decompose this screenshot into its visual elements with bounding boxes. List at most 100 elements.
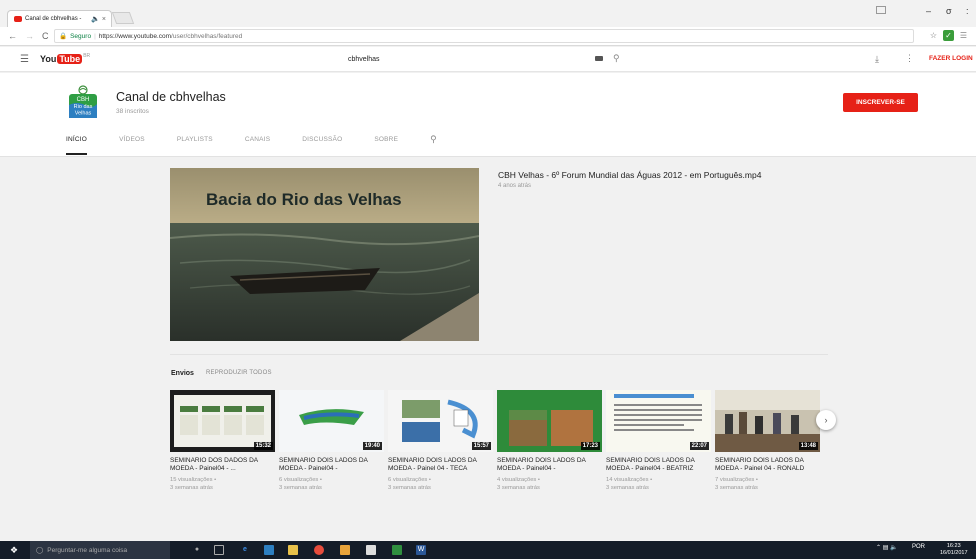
bookmark-star-icon[interactable]: ☆ [928,30,939,41]
browser-tab[interactable]: Canal de cbhvelhas - 🔈 × [7,10,112,27]
url-separator: | [94,32,96,40]
video-age: 3 semanas atrás [170,484,213,491]
file-explorer-icon[interactable] [288,545,298,555]
avatar-line-3: Velhas [75,111,92,117]
address-row: ← → C 🔒 Seguro | https://www.youtube.com… [0,27,976,45]
taskbar-clock[interactable]: 16:23 16/01/2017 [940,543,968,556]
app-green-icon[interactable] [392,545,402,555]
channel-avatar[interactable]: CBH Rio das Velhas [65,83,101,119]
featured-thumb-caption: Bacia do Rio das Velhas [206,190,402,209]
search-icon[interactable]: ⚲ [613,53,620,64]
address-bar[interactable]: 🔒 Seguro | https://www.youtube.com/user/… [54,29,914,43]
youtube-header: ☰ You Tube BR cbhvelhas ⚲ ⤓ ⋮ FAZER LOGI… [0,47,976,72]
video-thumbnail[interactable]: 15:32 [170,390,275,452]
video-thumbnail[interactable]: 19:40 [279,390,384,452]
video-title[interactable]: SEMINARIO DOS DADOS DA MOEDA - Painel04 … [170,457,275,474]
new-tab-button[interactable] [111,12,135,24]
video-duration: 13:48 [798,442,818,450]
edge-icon[interactable]: e [240,545,250,555]
keyboard-icon[interactable] [595,56,603,61]
featured-video-thumbnail[interactable]: Bacia do Rio das Velhas [170,168,479,341]
tab-sobre[interactable]: SOBRE [374,136,398,155]
video-card[interactable]: 15:32 SEMINARIO DOS DADOS DA MOEDA - Pai… [170,390,275,492]
video-duration: 19:40 [362,442,382,450]
cortana-icon: ◯ [36,547,44,554]
video-age: 3 semanas atrás [279,484,322,491]
mic-icon[interactable]: ● [192,545,202,555]
youtube-logo[interactable]: You Tube BR [40,53,91,64]
forward-icon[interactable]: → [25,31,34,41]
video-views: 6 visualizações • [388,477,431,483]
channel-search-icon[interactable]: ⚲ [430,134,437,153]
video-age: 3 semanas atrás [715,484,758,491]
login-button[interactable]: FAZER LOGIN [929,55,973,62]
video-title[interactable]: SEMINARIO DOIS LADOS DA MOEDA - Painel 0… [388,457,493,474]
taskbar-search[interactable]: ◯ Perguntar-me alguma coisa [30,541,170,559]
video-thumbnail[interactable]: 22:07 [606,390,711,452]
secure-label: Seguro [70,32,92,40]
avatar-line-1: CBH [77,97,90,103]
video-title[interactable]: SEMINARIO DOIS LADOS DA MOEDA - Painel04… [497,457,602,474]
video-card[interactable]: 19:40 SEMINARIO DOIS LADOS DA MOEDA - Pa… [279,390,384,492]
more-options-icon[interactable]: ⋮ [905,53,914,64]
featured-video-title[interactable]: CBH Velhas - 6º Forum Mundial das Águas … [498,170,761,180]
back-icon[interactable]: ← [8,31,17,41]
video-shelf: 15:32 SEMINARIO DOS DADOS DA MOEDA - Pai… [170,390,830,500]
video-views: 14 visualizações • [606,477,653,483]
tab-close-icon[interactable]: 🔈 × [91,15,106,23]
language-indicator[interactable]: POR [912,544,925,550]
subscriber-count: 38 inscritos [116,108,149,115]
reload-icon[interactable]: C [42,31,49,41]
video-card[interactable]: 15:57 SEMINARIO DOIS LADOS DA MOEDA - Pa… [388,390,493,492]
logo-region: BR [83,53,91,59]
tab-inicio[interactable]: INÍCIO [66,136,88,155]
tab-playlists[interactable]: PLAYLISTS [177,136,213,155]
extension-icon[interactable]: ✓ [943,30,954,41]
video-views: 4 visualizações • [497,477,540,483]
video-card[interactable]: 13:48 SEMINARIO DOIS LADOS DA MOEDA - Pa… [715,390,820,492]
subscribe-button[interactable]: INSCREVER-SE [843,93,918,112]
video-thumbnail[interactable]: 13:48 [715,390,820,452]
channel-content: Bacia do Rio das Velhas CBH Velhas - 6º … [0,158,976,541]
taskbar-search-placeholder: Perguntar-me alguma coisa [47,546,128,554]
shelf-next-button[interactable]: › [816,410,836,430]
windows-taskbar: ❖ ◯ Perguntar-me alguma coisa ● e W ⌃ ▤ … [0,541,976,559]
calculator-icon[interactable] [366,545,376,555]
tab-title: Canal de cbhvelhas - [25,16,82,22]
video-title[interactable]: SEMINARIO DOIS LADOS DA MOEDA - Painel 0… [715,457,820,474]
word-icon[interactable]: W [416,545,426,555]
close-window-icon[interactable]: : [966,6,969,16]
youtube-favicon-icon [14,16,22,22]
video-thumbnail[interactable]: 15:57 [388,390,493,452]
minimize-icon[interactable]: – [926,6,931,16]
clock-date: 16/01/2017 [940,549,968,556]
video-card[interactable]: 22:07 SEMINARIO DOIS LADOS DA MOEDA - Pa… [606,390,711,492]
search-box[interactable]: cbhvelhas ⚲ [343,52,633,67]
profile-icon[interactable] [876,6,886,14]
video-thumbnail[interactable]: 17:23 [497,390,602,452]
system-tray-icons[interactable]: ⌃ ▤ 🔈 [876,544,898,551]
menu-icon[interactable]: ☰ [958,30,969,41]
search-input[interactable]: cbhvelhas [348,56,380,63]
chrome-icon[interactable] [314,545,324,555]
tab-discussao[interactable]: DISCUSSÃO [302,136,342,155]
play-all-button[interactable]: REPRODUZIR TODOS [206,370,272,376]
lock-icon: 🔒 [59,33,68,40]
maximize-icon[interactable]: σ [946,6,952,16]
video-title[interactable]: SEMINARIO DOIS LADOS DA MOEDA - Painel04… [279,457,384,474]
shelf-title[interactable]: Envios [171,370,194,377]
video-title[interactable]: SEMINARIO DOIS LADOS DA MOEDA - Painel04… [606,457,711,474]
upload-icon[interactable]: ⤓ [875,54,879,65]
task-view-icon[interactable] [214,545,224,555]
featured-video-age: 4 anos atrás [498,183,532,189]
video-card[interactable]: 17:23 SEMINARIO DOIS LADOS DA MOEDA - Pa… [497,390,602,492]
tab-canais[interactable]: CANAIS [245,136,270,155]
tab-videos[interactable]: VÍDEOS [119,136,145,155]
logo-tube: Tube [57,54,83,64]
store-icon[interactable] [264,545,274,555]
guide-menu-icon[interactable]: ☰ [20,54,29,65]
channel-name[interactable]: Canal de cbhvelhas [116,90,226,104]
windows-start-icon[interactable]: ❖ [10,545,18,556]
url-host: https://www.youtube.com [98,32,172,40]
app-icon[interactable] [340,545,350,555]
